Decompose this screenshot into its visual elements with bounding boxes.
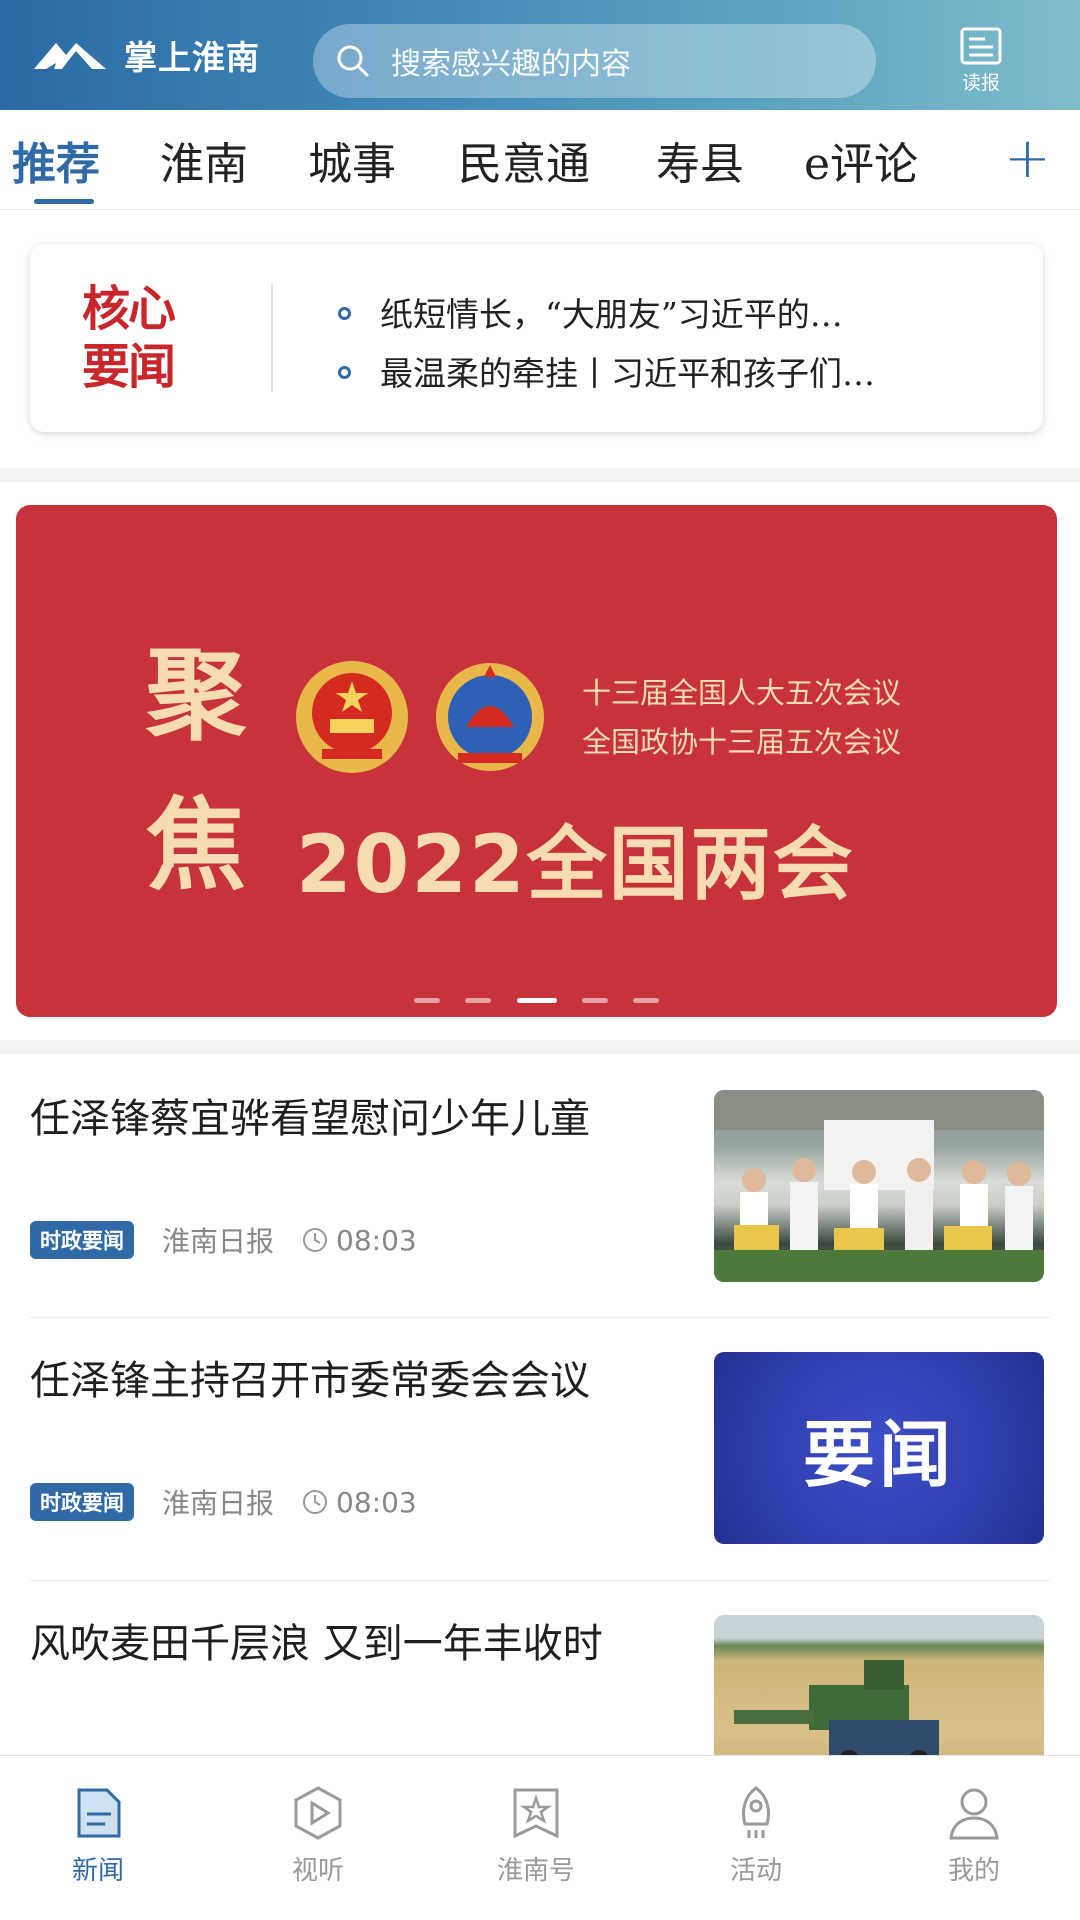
app-name: 掌上淮南 (124, 38, 260, 77)
section-divider (0, 1040, 1080, 1054)
news-list-item[interactable]: 任泽锋蔡宜骅看望慰问少年儿童 时政要闻 淮南日报 08:03 (30, 1090, 1050, 1300)
nav-audio-video[interactable]: 视听 (248, 1784, 388, 1887)
nav-label: 我的 (947, 1856, 1000, 1886)
carousel-dot[interactable] (414, 998, 441, 1003)
tab-huainan[interactable]: 淮南 (160, 128, 248, 192)
news-icon (77, 1788, 121, 1838)
category-badge: 时政要闻 (30, 1221, 134, 1259)
nav-huainan-hao[interactable]: 淮南号 (466, 1784, 606, 1887)
nav-label: 活动 (729, 1856, 782, 1886)
banner-subtitle-1: 十三届全国人大五次会议 (582, 676, 902, 710)
clock-icon (303, 1228, 328, 1252)
core-news-title: 核心要闻 (82, 281, 176, 395)
section-divider (0, 468, 1080, 482)
nav-label: 新闻 (71, 1856, 124, 1886)
carousel-indicator (16, 990, 1057, 1009)
nav-mine[interactable]: 我的 (904, 1784, 1044, 1887)
banner-carousel[interactable]: 聚 焦 十三届全国人大五次会议 全国政协十三届五次会议 2022全国两会 (16, 505, 1057, 1017)
banner-subtitle-2: 全国政协十三届五次会议 (582, 725, 902, 759)
list-separator (30, 1317, 1050, 1318)
thumbnail-text: 要闻 (802, 1412, 955, 1497)
tab-shouxian[interactable]: 寿县 (656, 128, 744, 192)
article-source: 淮南日报 (162, 1487, 275, 1520)
search-icon (337, 45, 369, 77)
carousel-dot-active[interactable] (516, 998, 557, 1003)
app-logo[interactable]: 掌上淮南 (32, 31, 260, 79)
top-header: 掌上淮南 搜索感兴趣的内容 读报 (0, 0, 1080, 110)
read-paper-button[interactable]: 读报 (950, 26, 1012, 96)
bullet-icon (338, 307, 351, 320)
search-input[interactable]: 搜索感兴趣的内容 (313, 24, 876, 98)
read-paper-label: 读报 (961, 72, 1000, 94)
bottom-navigation: 新闻 视听 淮南号 活动 我的 (0, 1755, 1080, 1920)
children-photo-image (714, 1090, 1044, 1282)
nav-label: 淮南号 (496, 1856, 575, 1886)
tab-city-affairs[interactable]: 城事 (308, 128, 396, 192)
article-title: 风吹麦田千层浪 又到一年丰收时 (30, 1621, 603, 1667)
logo-mountain-icon (34, 43, 106, 69)
article-meta: 时政要闻 淮南日报 08:03 (30, 1482, 417, 1522)
article-source: 淮南日报 (162, 1225, 275, 1258)
core-news-card[interactable]: 核心要闻 纸短情长，“大朋友”习近平的… 最温柔的牵挂丨习近平和孩子们… (30, 244, 1043, 432)
carousel-dot[interactable] (465, 998, 492, 1003)
article-title: 任泽锋蔡宜骅看望慰问少年儿童 (30, 1096, 590, 1142)
core-news-item[interactable]: 纸短情长，“大朋友”习近平的… (380, 288, 1050, 336)
add-channel-button[interactable]: + (1004, 126, 1051, 191)
tab-public-opinion[interactable]: 民意通 (458, 128, 590, 192)
article-thumbnail[interactable] (714, 1090, 1044, 1282)
bullet-icon (338, 366, 351, 379)
banner-title-char: 聚 焦 (146, 636, 246, 904)
tab-e-comment[interactable]: e评论 (804, 128, 918, 192)
article-thumbnail[interactable]: 要闻 (714, 1352, 1044, 1544)
article-time: 08:03 (336, 1485, 417, 1519)
article-meta: 时政要闻 淮南日报 08:03 (30, 1220, 417, 1260)
core-news-divider (271, 284, 273, 392)
user-icon (949, 1788, 999, 1840)
newspaper-icon (960, 27, 1002, 65)
channel-tabs: 推荐 淮南 城事 民意通 寿县 e评论 + (0, 110, 1080, 210)
clock-icon (303, 1490, 328, 1514)
rocket-icon (741, 1786, 771, 1838)
national-emblem-icon (296, 661, 408, 773)
carousel-dot[interactable] (632, 998, 659, 1003)
carousel-dot[interactable] (581, 998, 608, 1003)
core-news-item[interactable]: 最温柔的牵挂丨习近平和孩子们… (380, 347, 1050, 395)
search-placeholder: 搜索感兴趣的内容 (391, 47, 631, 82)
nav-activities[interactable]: 活动 (686, 1784, 826, 1887)
article-time: 08:03 (336, 1223, 417, 1257)
tab-recommend[interactable]: 推荐 (12, 128, 100, 192)
banner-main-title: 2022全国两会 (296, 818, 855, 911)
star-bookmark-icon (513, 1788, 559, 1839)
category-badge: 时政要闻 (30, 1483, 134, 1521)
play-icon (294, 1786, 342, 1840)
nav-news[interactable]: 新闻 (28, 1784, 168, 1887)
list-separator (30, 1580, 1050, 1581)
active-tab-indicator (34, 199, 94, 204)
news-list-item[interactable]: 任泽锋主持召开市委常委会会议 时政要闻 淮南日报 08:03 要闻 (30, 1352, 1050, 1562)
nav-label: 视听 (291, 1856, 344, 1886)
article-title: 任泽锋主持召开市委常委会会议 (30, 1358, 590, 1404)
cppcc-emblem-icon (436, 663, 544, 771)
